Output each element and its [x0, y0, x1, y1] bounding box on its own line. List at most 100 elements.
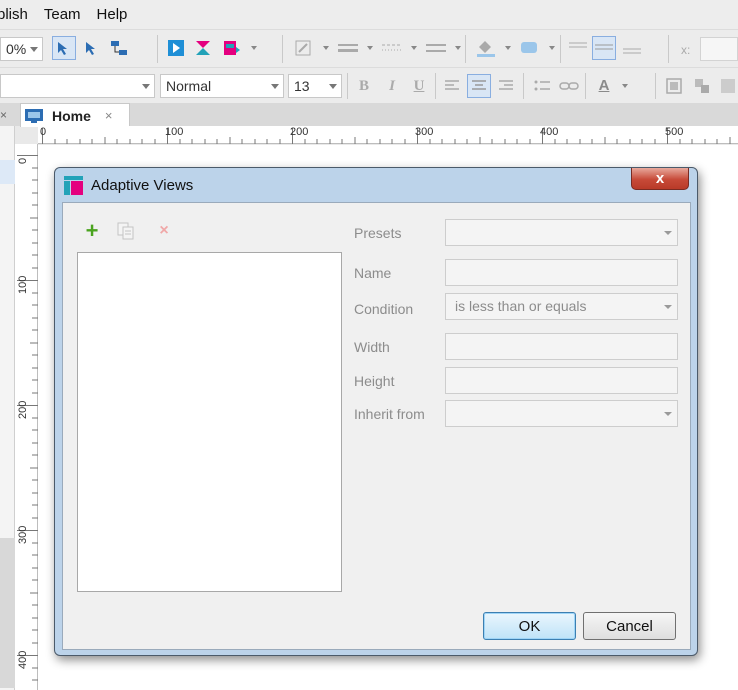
select-mode-button[interactable]	[52, 36, 76, 60]
fill-color-button[interactable]	[474, 36, 498, 60]
menu-bar: blish Team Help	[0, 0, 738, 29]
selected-panel-item[interactable]	[0, 160, 15, 184]
chevron-down-icon[interactable]	[367, 46, 373, 50]
presets-label: Presets	[354, 225, 402, 241]
align-middle-button[interactable]	[592, 36, 616, 60]
inherit-from-label: Inherit from	[354, 406, 425, 422]
condition-label: Condition	[354, 301, 414, 317]
chevron-down-icon	[664, 231, 672, 235]
publish-button[interactable]	[220, 36, 244, 60]
chevron-down-icon[interactable]	[622, 84, 628, 88]
panel-scroll-area	[0, 538, 15, 688]
chevron-down-icon	[142, 84, 150, 89]
toolbar-separator	[560, 35, 561, 63]
panel-close-icon[interactable]: ×	[0, 108, 7, 122]
chevron-down-icon[interactable]	[323, 46, 329, 50]
chevron-down-icon[interactable]	[251, 46, 257, 50]
underline-button[interactable]: U	[407, 74, 431, 98]
bold-button[interactable]: B	[352, 74, 376, 98]
menu-team[interactable]: Team	[36, 0, 89, 29]
toolbar-separator	[347, 73, 348, 99]
line-style-button[interactable]	[380, 36, 404, 60]
align-right-button[interactable]	[494, 74, 518, 98]
line-weight-button[interactable]	[336, 36, 360, 60]
presets-dropdown[interactable]	[445, 219, 678, 246]
ruler-label: 400	[17, 650, 29, 669]
x-coordinate-input[interactable]	[700, 37, 738, 61]
dialog-close-button[interactable]: x	[631, 168, 689, 190]
menu-publish[interactable]: blish	[0, 0, 36, 29]
play-icon	[168, 40, 184, 56]
height-field[interactable]	[445, 367, 678, 394]
add-view-button[interactable]: +	[82, 218, 102, 243]
connector-icon	[111, 41, 127, 55]
arrow-style-button[interactable]	[424, 36, 448, 60]
fill-style-button[interactable]	[292, 36, 316, 60]
share-button[interactable]	[191, 36, 215, 60]
chevron-down-icon[interactable]	[455, 46, 461, 50]
chevron-down-icon[interactable]	[549, 46, 555, 50]
pencil-box-icon	[295, 40, 311, 56]
dialog-titlebar[interactable]: Adaptive Views x	[55, 168, 697, 202]
align-bottom-button[interactable]	[620, 36, 644, 60]
height-label: Height	[354, 373, 395, 389]
toolbar-separator	[435, 73, 436, 99]
ok-button[interactable]: OK	[483, 612, 576, 640]
arrange-icon	[721, 79, 735, 93]
bullet-list-button[interactable]	[530, 74, 554, 98]
chevron-down-icon	[329, 84, 337, 89]
left-panel	[0, 126, 15, 690]
font-size-combo[interactable]: 13	[288, 74, 342, 98]
bullet-list-icon	[534, 80, 550, 91]
align-top-button[interactable]	[566, 36, 590, 60]
menu-help[interactable]: Help	[89, 0, 136, 29]
arrange-button[interactable]	[716, 74, 738, 98]
toolbar-separator	[465, 35, 466, 63]
condition-dropdown[interactable]: is less than or equals	[445, 293, 678, 320]
align-center-button[interactable]	[467, 74, 491, 98]
ruler-label: 400	[540, 126, 559, 138]
zoom-value: 0%	[6, 41, 27, 57]
toolbar-separator	[655, 73, 656, 99]
adaptive-views-list[interactable]	[77, 252, 342, 592]
close-tab-icon[interactable]: ×	[105, 108, 113, 123]
name-field[interactable]	[445, 259, 678, 286]
style-combo[interactable]	[0, 74, 155, 98]
align-left-icon	[445, 80, 459, 90]
text-color-button[interactable]: A	[592, 73, 616, 97]
chevron-down-icon	[30, 47, 38, 52]
link-button[interactable]	[557, 74, 581, 98]
width-field[interactable]	[445, 333, 678, 360]
ruler-label: 300	[17, 525, 29, 544]
delete-view-button[interactable]: ×	[154, 221, 174, 241]
preview-button[interactable]	[164, 36, 188, 60]
condition-value: is less than or equals	[455, 298, 587, 314]
chevron-down-icon[interactable]	[411, 46, 417, 50]
connector-button[interactable]	[107, 36, 131, 60]
font-size-value: 13	[294, 78, 310, 94]
ungroup-button[interactable]	[690, 74, 714, 98]
connector-mode-button[interactable]	[80, 36, 104, 60]
shadow-button[interactable]	[518, 36, 542, 60]
align-left-button[interactable]	[440, 74, 464, 98]
arrow-style-icon	[426, 44, 446, 52]
duplicate-view-button[interactable]	[116, 221, 136, 241]
ungroup-icon	[695, 79, 709, 93]
inherit-from-dropdown[interactable]	[445, 400, 678, 427]
dashed-line-icon	[382, 44, 402, 51]
zoom-combo[interactable]: 0%	[0, 37, 43, 61]
paragraph-style-combo[interactable]: Normal	[160, 74, 284, 98]
share-icon	[196, 41, 210, 55]
adaptive-views-dialog: Adaptive Views x + × Presets Name Condit…	[54, 167, 698, 656]
tab-home[interactable]: Home ×	[20, 103, 130, 127]
italic-button[interactable]: I	[380, 74, 404, 98]
pointer-icon	[58, 42, 67, 55]
group-button[interactable]	[662, 74, 686, 98]
toolbar-separator	[523, 73, 524, 99]
tab-home-label: Home	[52, 107, 91, 124]
format-toolbar: Normal 13 B I U A	[0, 67, 738, 103]
x-coordinate-label: x:	[681, 43, 691, 57]
cancel-button[interactable]: Cancel	[583, 612, 676, 640]
plus-icon: +	[85, 218, 99, 243]
chevron-down-icon[interactable]	[505, 46, 511, 50]
